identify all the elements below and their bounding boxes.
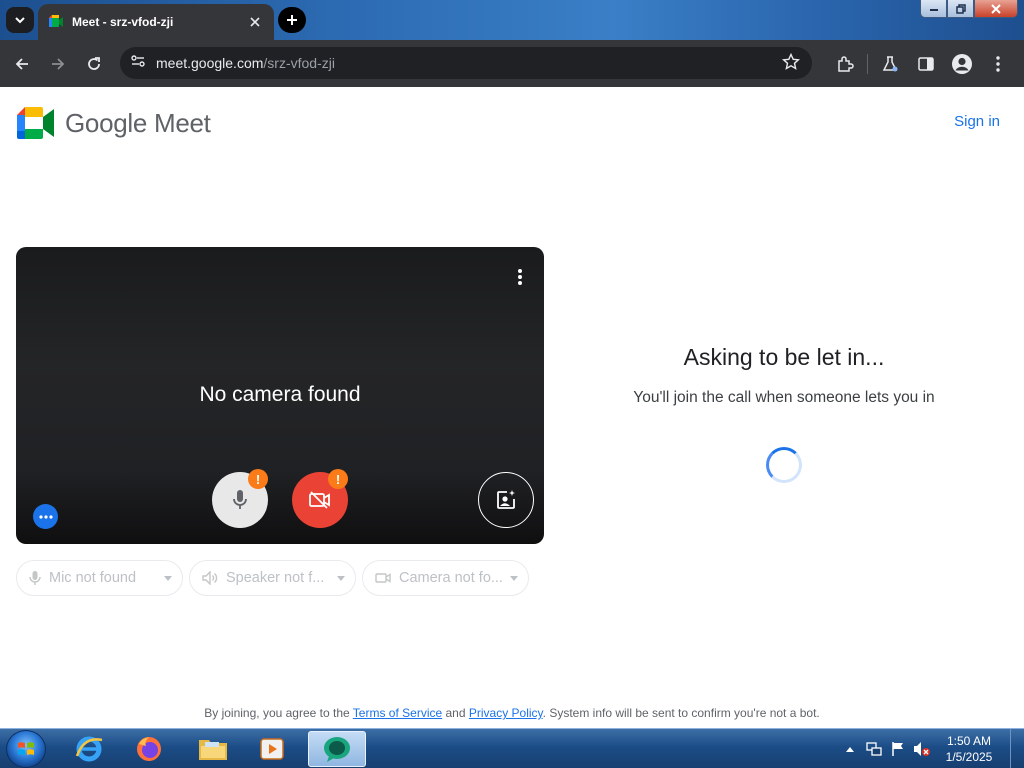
- toolbar-separator: [867, 54, 868, 74]
- url-path: /srz-vfod-zji: [263, 55, 335, 71]
- chevron-down-icon: [15, 17, 25, 24]
- extensions-icon[interactable]: [827, 46, 863, 82]
- app-bubble-icon: [324, 737, 350, 762]
- network-icon[interactable]: [863, 738, 885, 760]
- action-center-flag-icon[interactable]: [887, 738, 909, 760]
- microphone-toggle-button[interactable]: !: [212, 469, 268, 528]
- windows-taskbar: 1:50 AM 1/5/2025: [0, 728, 1024, 768]
- start-button[interactable]: [6, 730, 46, 768]
- taskbar-active-app[interactable]: [308, 731, 366, 767]
- camera-select-label: Camera not fo...: [399, 570, 502, 586]
- join-status-title: Asking to be let in...: [683, 344, 885, 370]
- tab-search-button[interactable]: [6, 7, 34, 33]
- mic-warning-badge: !: [248, 469, 268, 489]
- taskbar-file-explorer[interactable]: [186, 731, 240, 767]
- speaker-icon: [202, 571, 218, 585]
- minimize-button[interactable]: [920, 0, 947, 18]
- url-text: meet.google.com/srz-vfod-zji: [156, 55, 335, 71]
- video-preview: No camera found ! !: [16, 247, 544, 544]
- more-horizontal-icon: [38, 514, 53, 519]
- show-desktop-button[interactable]: [1010, 729, 1024, 768]
- taskbar-firefox[interactable]: [122, 731, 176, 767]
- profile-avatar-icon[interactable]: [944, 46, 980, 82]
- terms-and: and: [442, 706, 469, 720]
- terms-of-service-link[interactable]: Terms of Service: [353, 706, 442, 720]
- new-tab-button[interactable]: [278, 7, 306, 33]
- taskbar-internet-explorer[interactable]: [62, 731, 116, 767]
- restore-button[interactable]: [947, 0, 974, 18]
- reload-icon: [88, 56, 100, 70]
- window-controls: [920, 0, 1018, 18]
- microphone-icon: [29, 571, 41, 585]
- camera-off-icon: [309, 491, 330, 509]
- internet-explorer-icon: [75, 736, 103, 762]
- taskbar-media-player[interactable]: [245, 731, 299, 767]
- mic-select-label: Mic not found: [49, 570, 137, 586]
- labs-flask-icon[interactable]: [872, 46, 908, 82]
- meet-page: Google Meet Sign in No camera found ! !: [0, 87, 1024, 728]
- video-camera-icon: [375, 573, 391, 583]
- volume-muted-icon[interactable]: [911, 738, 933, 760]
- browser-tab-meet[interactable]: Meet - srz-vfod-zji: [38, 4, 274, 40]
- close-window-button[interactable]: [974, 0, 1018, 18]
- more-options-button[interactable]: [33, 504, 58, 529]
- chevron-down-icon: [510, 575, 518, 581]
- toolbar-actions: [827, 46, 1016, 82]
- device-selectors: Mic not found Speaker not f... Camera no…: [16, 560, 535, 596]
- arrow-right-icon: [52, 57, 65, 70]
- terms-notice: By joining, you agree to the Terms of Se…: [0, 706, 1024, 720]
- loading-spinner: [766, 447, 802, 483]
- meet-favicon-icon: [48, 14, 64, 30]
- close-icon: [991, 3, 1001, 14]
- terms-prefix: By joining, you agree to the: [204, 706, 353, 720]
- terms-suffix: . System info will be sent to confirm yo…: [542, 706, 820, 720]
- system-tray: 1:50 AM 1/5/2025: [838, 729, 1024, 768]
- url-host: meet.google.com: [156, 55, 264, 71]
- show-hidden-icons-button[interactable]: [839, 738, 861, 760]
- site-info-icon[interactable]: [130, 53, 146, 74]
- browser-tab-strip: Meet - srz-vfod-zji: [0, 0, 1024, 40]
- privacy-policy-link[interactable]: Privacy Policy: [469, 706, 543, 720]
- forward-button[interactable]: [40, 46, 76, 82]
- tab-title: Meet - srz-vfod-zji: [72, 15, 174, 29]
- minimize-icon: [929, 8, 938, 11]
- arrow-left-icon: [15, 57, 28, 70]
- windows-logo-icon: [18, 742, 34, 755]
- camera-select[interactable]: Camera not fo...: [362, 560, 529, 596]
- clock-time: 1:50 AM: [946, 734, 992, 748]
- chevron-down-icon: [164, 575, 172, 581]
- camera-warning-badge: !: [328, 469, 348, 489]
- reload-button[interactable]: [76, 46, 112, 82]
- chevron-down-icon: [337, 575, 345, 581]
- camera-toggle-button[interactable]: !: [292, 469, 348, 528]
- google-meet-logo[interactable]: Google Meet: [17, 107, 211, 139]
- restore-icon: [955, 3, 966, 14]
- portrait-sparkle-icon: [497, 490, 515, 509]
- speaker-select[interactable]: Speaker not f...: [189, 560, 356, 596]
- plus-icon: [287, 15, 297, 25]
- browser-menu-icon[interactable]: [980, 46, 1016, 82]
- no-camera-message: No camera found: [199, 383, 361, 406]
- join-status-subtitle: You'll join the call when someone lets y…: [633, 389, 935, 406]
- browser-toolbar: meet.google.com/srz-vfod-zji: [0, 40, 1024, 87]
- clock-date: 1/5/2025: [945, 750, 993, 764]
- meet-logo-icon: [17, 107, 54, 139]
- microphone-icon: [233, 490, 247, 509]
- visual-effects-button[interactable]: [478, 472, 534, 528]
- bookmark-star-icon[interactable]: [781, 52, 801, 76]
- folder-icon: [199, 740, 227, 760]
- preview-more-options-icon[interactable]: [510, 265, 530, 289]
- mic-select[interactable]: Mic not found: [16, 560, 183, 596]
- back-button[interactable]: [4, 46, 40, 82]
- address-bar[interactable]: meet.google.com/srz-vfod-zji: [120, 47, 812, 79]
- logo-text: Google Meet: [65, 107, 211, 138]
- chevron-up-icon: [846, 747, 854, 752]
- side-panel-icon[interactable]: [908, 46, 944, 82]
- media-player-icon: [260, 738, 284, 760]
- close-tab-icon[interactable]: [246, 13, 264, 31]
- speaker-select-label: Speaker not f...: [226, 570, 325, 586]
- firefox-icon: [137, 737, 161, 761]
- system-clock[interactable]: 1:50 AM 1/5/2025: [934, 733, 1004, 765]
- sign-in-link[interactable]: Sign in: [954, 113, 1000, 130]
